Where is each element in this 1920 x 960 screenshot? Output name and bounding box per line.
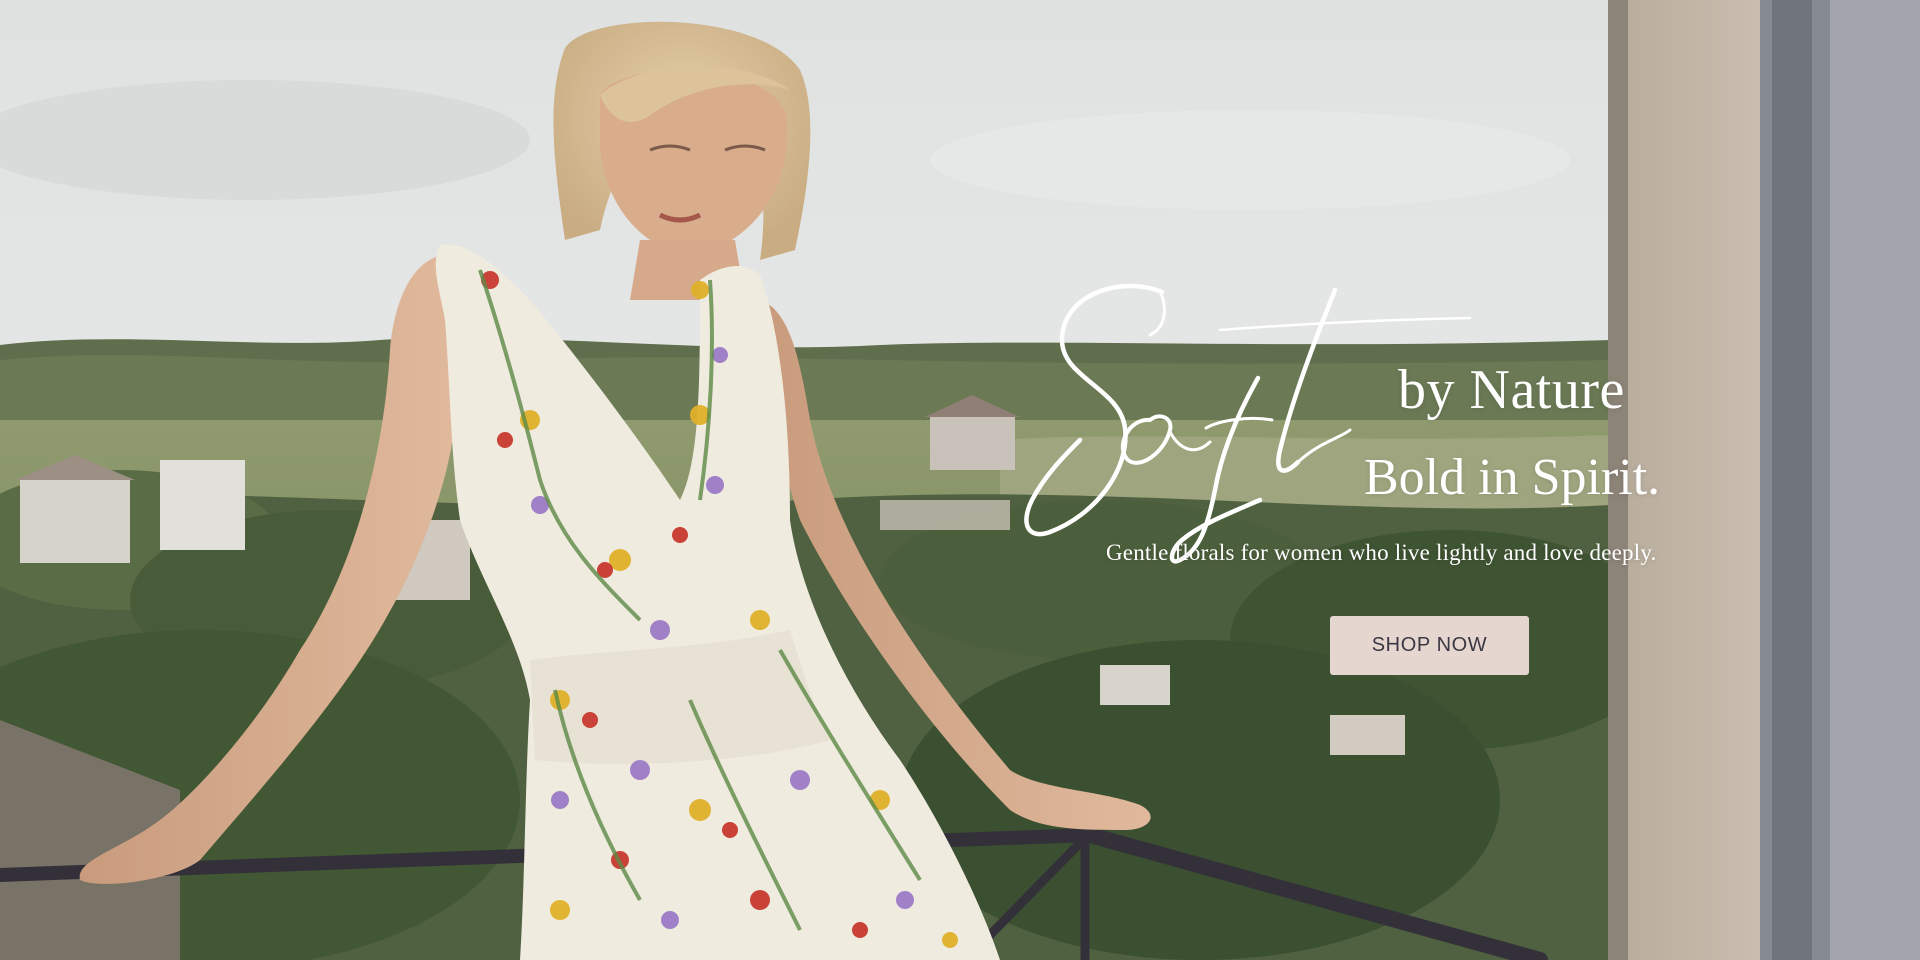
hero-banner: by Nature Bold in Spirit. Gentle florals… [0,0,1920,960]
shop-now-button[interactable]: SHOP NOW [1330,616,1529,675]
hero-text-block: by Nature Bold in Spirit. Gentle florals… [1000,270,1720,690]
tagline-bold-in-spirit: Bold in Spirit. [1364,449,1661,506]
tagline-by-nature: by Nature [1398,359,1625,421]
hero-subtitle: Gentle florals for women who live lightl… [1106,540,1657,565]
